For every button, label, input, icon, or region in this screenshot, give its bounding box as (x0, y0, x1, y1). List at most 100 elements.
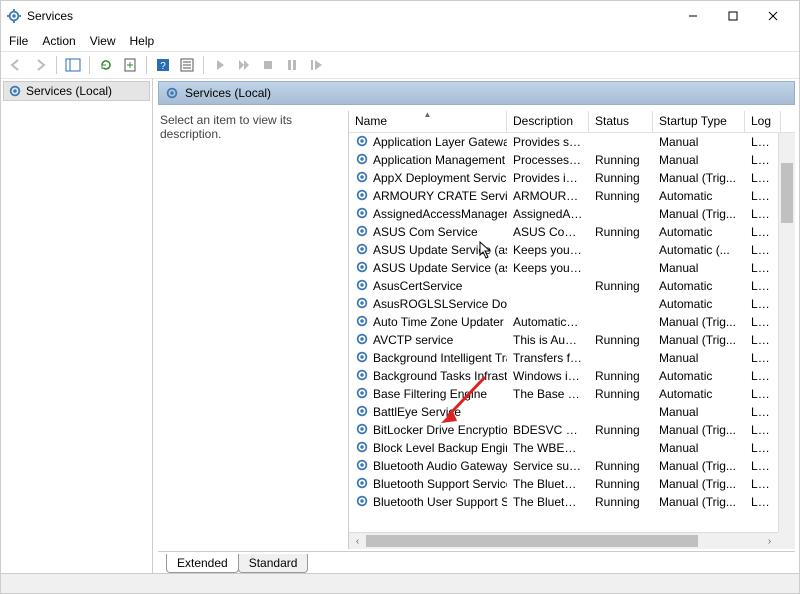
title-bar: Services (1, 1, 799, 31)
service-status: Running (589, 420, 653, 440)
horizontal-scrollbar-thumb[interactable] (366, 535, 698, 547)
service-status: Running (589, 150, 653, 170)
service-startup-type: Manual (653, 258, 745, 278)
tree-item-label: Services (Local) (26, 84, 112, 98)
service-status: Running (589, 384, 653, 404)
help-button[interactable]: ? (152, 54, 174, 76)
service-startup-type: Manual (Trig... (653, 168, 745, 188)
window-title: Services (27, 9, 73, 23)
service-status: Running (589, 366, 653, 386)
service-name: ARMOURY CRATE Service (373, 189, 507, 203)
service-description: Provides inf... (507, 168, 589, 188)
service-startup-type: Manual (Trig... (653, 474, 745, 494)
service-logon: Loca (745, 456, 781, 476)
service-name: Bluetooth Support Service (373, 477, 507, 491)
close-button[interactable] (753, 2, 793, 30)
menu-help[interactable]: Help (130, 34, 155, 48)
service-startup-type: Manual (Trig... (653, 456, 745, 476)
scroll-left-icon[interactable]: ‹ (349, 536, 366, 547)
service-description: ARMOURY ... (507, 186, 589, 206)
service-logon: Loca (745, 312, 781, 332)
service-description: Keeps your ... (507, 240, 589, 260)
column-description[interactable]: Description (507, 111, 589, 132)
service-status: Running (589, 222, 653, 242)
description-prompt: Select an item to view its description. (158, 111, 348, 549)
service-name: ASUS Com Service (373, 225, 478, 239)
services-gear-icon (165, 86, 179, 100)
service-name: Block Level Backup Engine ... (373, 441, 507, 455)
tab-standard[interactable]: Standard (238, 554, 309, 573)
vertical-scrollbar[interactable] (778, 133, 795, 532)
service-name: BattlEye Service (373, 405, 461, 419)
back-button[interactable] (5, 54, 27, 76)
show-hide-tree-button[interactable] (62, 54, 84, 76)
services-gear-icon (7, 9, 21, 23)
service-status: Running (589, 330, 653, 350)
horizontal-scrollbar[interactable]: ‹ › (349, 532, 778, 549)
service-startup-type: Manual (653, 150, 745, 170)
service-name: Background Intelligent Tran... (373, 351, 507, 365)
forward-button[interactable] (29, 54, 51, 76)
start-service-button[interactable] (209, 54, 231, 76)
toolbar: ? (1, 51, 799, 79)
service-logon: Loca (745, 474, 781, 494)
service-logon: Loca (745, 204, 781, 224)
start-service-all-button[interactable] (233, 54, 255, 76)
scroll-right-icon[interactable]: › (761, 536, 778, 547)
menu-file[interactable]: File (9, 34, 28, 48)
service-description (507, 409, 589, 415)
column-name[interactable]: Name▲ (349, 111, 507, 132)
service-description: ASUS Com ... (507, 222, 589, 242)
menu-action[interactable]: Action (42, 34, 75, 48)
service-logon: Loca (745, 420, 781, 440)
service-logon: Loca (745, 168, 781, 188)
refresh-button[interactable] (95, 54, 117, 76)
service-logon: Loca (745, 258, 781, 278)
service-description: This is Audi... (507, 330, 589, 350)
service-logon: Loca (745, 150, 781, 170)
service-name: Application Management (373, 153, 505, 167)
service-startup-type: Automatic (653, 294, 745, 314)
service-status (589, 211, 653, 217)
minimize-button[interactable] (673, 2, 713, 30)
service-description: BDESVC hos... (507, 420, 589, 440)
service-startup-type: Automatic (653, 186, 745, 206)
properties-button[interactable] (176, 54, 198, 76)
pane-banner: Services (Local) (158, 81, 795, 105)
column-startup-type[interactable]: Startup Type (653, 111, 745, 132)
service-description: Transfers fil... (507, 348, 589, 368)
services-gear-icon (8, 84, 22, 98)
service-status: Running (589, 474, 653, 494)
service-name: AsusROGLSLService Downl... (373, 297, 507, 311)
service-description (507, 301, 589, 307)
column-status[interactable]: Status (589, 111, 653, 132)
service-logon: Loca (745, 294, 781, 314)
maximize-button[interactable] (713, 2, 753, 30)
export-list-button[interactable] (119, 54, 141, 76)
service-description: Processes in... (507, 150, 589, 170)
service-row[interactable]: Bluetooth User Support Ser...The Bluetoo… (349, 493, 795, 511)
service-logon: Loca (745, 276, 781, 296)
service-logon: Loca (745, 240, 781, 260)
service-description: The Bluetoo... (507, 474, 589, 494)
pause-service-button[interactable] (281, 54, 303, 76)
service-startup-type: Manual (Trig... (653, 312, 745, 332)
vertical-scrollbar-thumb[interactable] (781, 163, 793, 223)
sort-asc-icon: ▲ (424, 111, 432, 119)
service-name: AVCTP service (373, 333, 453, 347)
service-status: Running (589, 186, 653, 206)
menu-view[interactable]: View (90, 34, 116, 48)
service-name: Application Layer Gateway ... (373, 135, 507, 149)
service-logon: Loca (745, 438, 781, 458)
restart-service-button[interactable] (305, 54, 327, 76)
tab-extended[interactable]: Extended (166, 554, 239, 573)
tabs-row: Extended Standard (158, 551, 795, 573)
service-status (589, 265, 653, 271)
service-name: ASUS Update Service (asus) (373, 243, 507, 257)
service-logon: Loca (745, 402, 781, 422)
column-log-on-as[interactable]: Log (745, 111, 781, 132)
service-startup-type: Manual (653, 348, 745, 368)
tree-item-services-local[interactable]: Services (Local) (3, 81, 150, 101)
service-startup-type: Automatic (653, 276, 745, 296)
stop-service-button[interactable] (257, 54, 279, 76)
